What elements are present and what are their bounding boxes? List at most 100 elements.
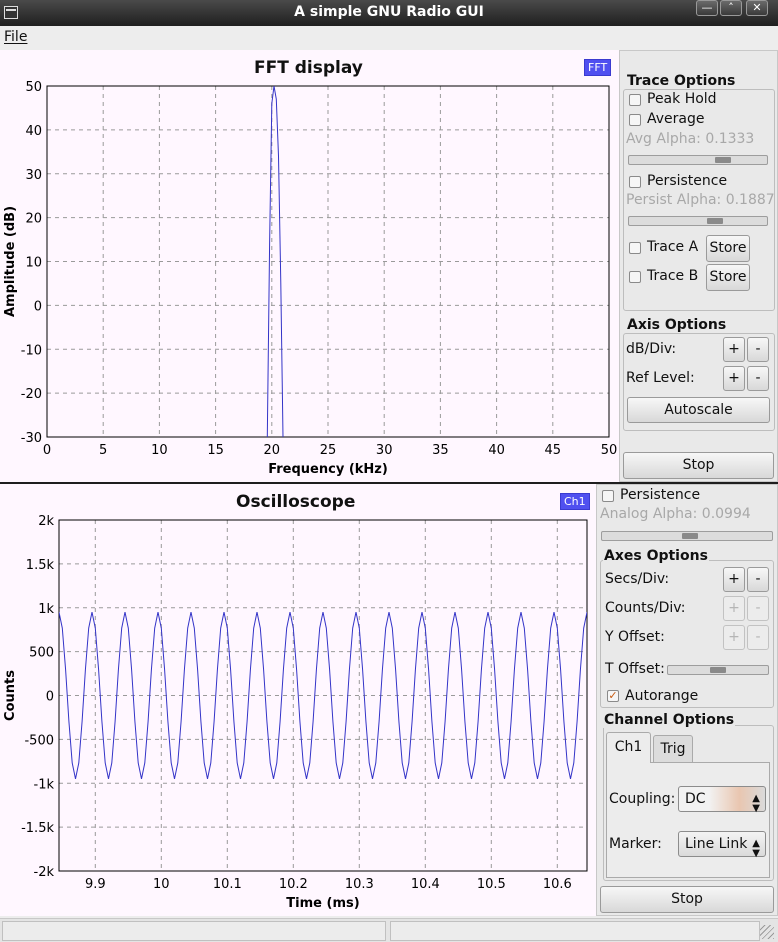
fft-controls: Trace Options Peak Hold Average Avg Alph… (619, 50, 778, 482)
t-offset-slider-handle[interactable] (710, 667, 726, 673)
scope-plot[interactable]: 9.9 10 10.1 10.2 10.3 10.4 10.5 10.6 2k 1.5k 1k 500… (0, 484, 596, 916)
autorange-label: Autorange (625, 688, 699, 704)
autorange-checkbox[interactable]: ✓ (607, 690, 619, 702)
y-axis-label: Amplitude (dB) (3, 206, 18, 317)
trace-a-store-button[interactable]: Store (706, 235, 750, 262)
counts-div-minus-button[interactable]: - (747, 596, 769, 621)
minimize-button[interactable]: — (696, 0, 718, 16)
menu-file[interactable]: File (4, 29, 27, 45)
y-tick-label: 1.5k (26, 558, 55, 573)
fft-stop-button[interactable]: Stop (623, 452, 774, 479)
spin-arrows-icon: ▼ (752, 848, 760, 859)
analog-alpha-slider-handle[interactable] (682, 533, 698, 539)
y-tick-label: 20 (25, 212, 42, 227)
y-tick-label: -1.5k (21, 821, 54, 836)
y-tick-label: -2k (34, 865, 55, 880)
t-offset-label: T Offset: (605, 661, 665, 677)
x-axis-label: Frequency (kHz) (268, 462, 388, 477)
coupling-label: Coupling: (609, 791, 676, 807)
x-tick-label: 15 (207, 443, 224, 458)
window-title: A simple GNU Radio GUI (294, 4, 484, 20)
peak-hold-label: Peak Hold (647, 91, 717, 107)
trace-a-checkbox[interactable] (629, 242, 641, 254)
window-titlebar[interactable]: A simple GNU Radio GUI — ˄ ✕ (0, 0, 778, 26)
y-tick-label: 0 (34, 299, 42, 314)
trace-options-title: Trace Options (626, 73, 737, 89)
y-tick-label: -20 (21, 387, 42, 402)
tab-ch1[interactable]: Ch1 (606, 732, 651, 763)
autoscale-button[interactable]: Autoscale (627, 397, 770, 423)
trace-b-checkbox[interactable] (629, 271, 641, 283)
secs-div-minus-button[interactable]: - (747, 567, 769, 592)
scope-stop-button[interactable]: Stop (600, 886, 774, 913)
avg-alpha-slider-handle[interactable] (715, 157, 731, 163)
x-tick-label: 20 (264, 443, 281, 458)
x-tick-label: 10.6 (543, 877, 572, 892)
axis-options-title: Axis Options (626, 317, 728, 333)
fft-plot[interactable]: 0 5 10 15 20 25 30 35 40 45 50 50 40 30 20 10 0 -10 -20 -30… (0, 50, 619, 482)
trace-a-label: Trace A (647, 239, 699, 255)
secs-div-label: Secs/Div: (605, 571, 670, 587)
scope-panel: Oscilloscope Ch1 9.9 10 10.1 10.2 10.3 10.4 10… (0, 484, 596, 916)
y-tick-label: -10 (21, 343, 42, 358)
analog-alpha-slider[interactable] (601, 531, 773, 541)
y-tick-label: 10 (25, 256, 42, 271)
resize-grip-icon[interactable] (760, 925, 774, 939)
x-tick-label: 9.9 (85, 877, 106, 892)
close-button[interactable]: ✕ (746, 0, 768, 16)
maximize-button[interactable]: ˄ (720, 0, 742, 16)
tab-trig[interactable]: Trig (653, 735, 693, 763)
persistence-checkbox[interactable] (629, 176, 641, 188)
ref-level-label: Ref Level: (626, 370, 695, 386)
y-tick-label: 0 (46, 690, 54, 705)
x-tick-label: 40 (488, 443, 505, 458)
db-div-minus-button[interactable]: - (747, 337, 769, 362)
db-div-plus-button[interactable]: + (723, 337, 745, 362)
scope-persistence-label: Persistence (620, 487, 701, 503)
scope-persistence-checkbox[interactable] (602, 490, 614, 502)
persist-alpha-slider-handle[interactable] (707, 218, 723, 224)
x-tick-label: 25 (320, 443, 337, 458)
x-tick-label: 10.5 (477, 877, 506, 892)
series-line (266, 86, 284, 437)
persist-alpha-label: Persist Alpha: 0.1887 (626, 192, 775, 208)
channel-options-title: Channel Options (603, 712, 736, 728)
avg-alpha-label: Avg Alpha: 0.1333 (626, 131, 755, 147)
marker-select[interactable]: Line Link ▲ ▼ (678, 831, 766, 859)
analog-alpha-label: Analog Alpha: 0.0994 (600, 506, 751, 522)
average-checkbox[interactable] (629, 114, 641, 126)
y-tick-label: 50 (25, 80, 42, 95)
coupling-value: DC (685, 791, 706, 807)
y-tick-label: 30 (25, 168, 42, 183)
ref-level-plus-button[interactable]: + (723, 366, 745, 391)
secs-div-plus-button[interactable]: + (723, 567, 745, 592)
counts-div-label: Counts/Div: (605, 600, 686, 616)
y-tick-label: 500 (29, 646, 54, 661)
marker-value: Line Link (685, 836, 748, 852)
x-tick-label: 50 (601, 443, 618, 458)
channel-tab-content (606, 762, 770, 878)
y-offset-minus-button[interactable]: - (747, 625, 769, 650)
x-tick-label: 5 (99, 443, 107, 458)
menu-bar: File (0, 26, 778, 50)
x-tick-label: 10.4 (411, 877, 440, 892)
y-tick-label: 40 (25, 124, 42, 139)
status-segment-left (2, 921, 386, 941)
average-label: Average (647, 111, 705, 127)
trace-b-store-button[interactable]: Store (706, 264, 750, 291)
persistence-label: Persistence (647, 173, 728, 189)
y-tick-label: 1k (38, 602, 54, 617)
counts-div-plus-button[interactable]: + (723, 596, 745, 621)
coupling-select[interactable]: DC ▲ ▼ (678, 786, 766, 814)
peak-hold-checkbox[interactable] (629, 94, 641, 106)
x-tick-label: 30 (376, 443, 393, 458)
y-tick-label: 2k (38, 514, 54, 529)
t-offset-slider[interactable] (667, 665, 769, 675)
y-tick-label: -1k (34, 777, 55, 792)
avg-alpha-slider[interactable] (628, 155, 768, 165)
ref-level-minus-button[interactable]: - (747, 366, 769, 391)
y-offset-plus-button[interactable]: + (723, 625, 745, 650)
scope-controls: Persistence Analog Alpha: 0.0994 Axes Op… (596, 484, 778, 916)
x-axis-label: Time (ms) (286, 896, 359, 911)
persist-alpha-slider[interactable] (628, 216, 768, 226)
